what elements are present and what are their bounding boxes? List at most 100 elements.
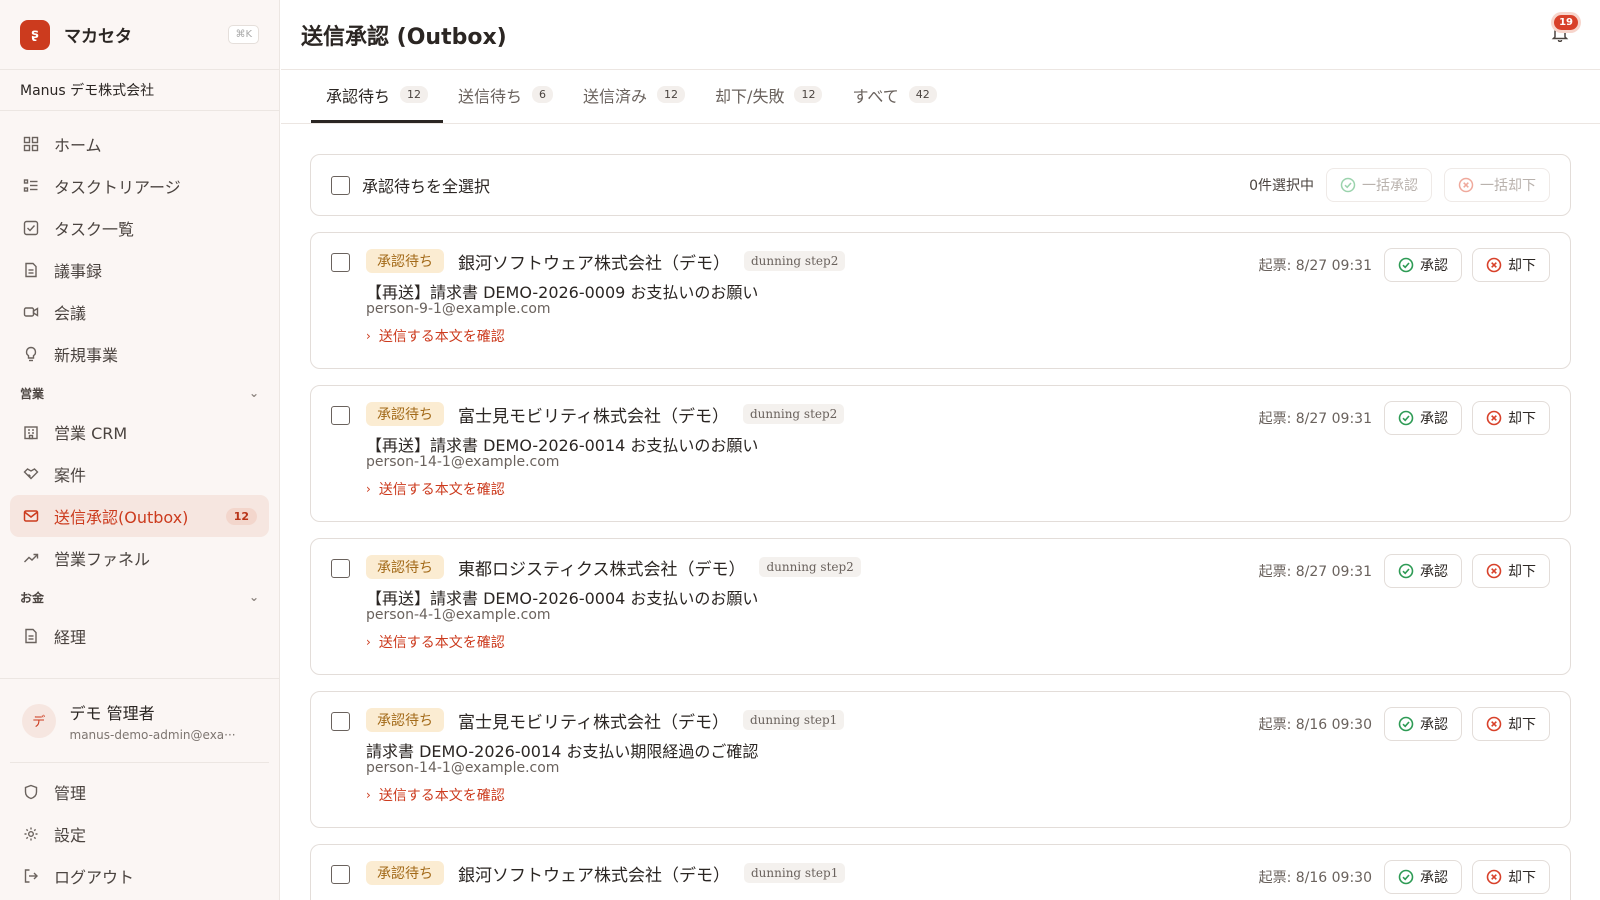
- sidebar-item-accounting[interactable]: 経理: [10, 615, 269, 657]
- approve-button[interactable]: 承認: [1384, 860, 1462, 894]
- notifications-button[interactable]: 19: [1540, 14, 1580, 55]
- button-label: 承認: [1420, 717, 1448, 733]
- tab-sent[interactable]: 送信済み 12: [568, 69, 700, 123]
- status-badge: 承認待ち: [366, 555, 444, 579]
- sidebar-item-tasks[interactable]: タスク一覧: [10, 207, 269, 249]
- reject-button[interactable]: 却下: [1472, 707, 1550, 741]
- sidebar-item-funnel[interactable]: 営業ファネル: [10, 537, 269, 579]
- item-checkbox[interactable]: [331, 712, 350, 731]
- sidebar-item-label: 新規事業: [54, 346, 119, 365]
- gear-icon: [22, 825, 40, 843]
- trending-up-icon: [22, 549, 40, 567]
- tab-label: 却下/失敗: [715, 86, 785, 106]
- reject-button[interactable]: 却下: [1472, 248, 1550, 282]
- preview-body-toggle[interactable]: › 送信する本文を確認: [366, 785, 1550, 805]
- sidebar: ʂ マカセタ ⌘K Manus デモ株式会社 ホーム タスクトリアージ タスク一…: [0, 0, 280, 900]
- sidebar-item-label: 営業 CRM: [54, 424, 128, 443]
- outbox-item: 承認待ち 富士見モビリティ株式会社（デモ） dunning step1 請求書 …: [310, 691, 1571, 828]
- tab-label: 送信済み: [583, 86, 648, 106]
- created-timestamp: 起票: 8/27 09:31: [1258, 564, 1372, 580]
- tab-count: 6: [532, 86, 554, 103]
- created-timestamp: 起票: 8/16 09:30: [1258, 870, 1372, 886]
- section-header-money[interactable]: お金 ⌄: [10, 579, 269, 615]
- section-header-sales[interactable]: 営業 ⌄: [10, 375, 269, 411]
- tab-count: 42: [908, 86, 937, 103]
- sidebar-item-deals[interactable]: 案件: [10, 453, 269, 495]
- outbox-item: 承認待ち 富士見モビリティ株式会社（デモ） dunning step2 【再送】…: [310, 385, 1571, 522]
- sidebar-item-minutes[interactable]: 議事録: [10, 249, 269, 291]
- sidebar-item-logout[interactable]: ログアウト: [10, 855, 269, 897]
- preview-body-toggle[interactable]: › 送信する本文を確認: [366, 326, 1550, 346]
- sidebar-item-triage[interactable]: タスクトリアージ: [10, 165, 269, 207]
- x-circle-icon: [1486, 563, 1502, 579]
- check-circle-icon: [1340, 177, 1356, 193]
- select-all-checkbox[interactable]: [331, 175, 350, 195]
- sidebar-item-label: 案件: [54, 466, 87, 485]
- approve-button[interactable]: 承認: [1384, 707, 1462, 741]
- tab-all[interactable]: すべて 42: [837, 69, 951, 123]
- x-circle-icon: [1486, 410, 1502, 426]
- bulk-action-bar: 承認待ちを全選択 0件選択中 一括承認 一括却下: [310, 154, 1571, 216]
- document-icon: [22, 627, 40, 645]
- check-circle-icon: [1398, 563, 1414, 579]
- main-content: 送信承認 (Outbox) 19 承認待ち 12 送信待ち 6 送信済み 12 …: [281, 0, 1600, 900]
- page-title: 送信承認 (Outbox): [301, 24, 507, 50]
- preview-label: 送信する本文を確認: [378, 788, 505, 804]
- approve-button[interactable]: 承認: [1384, 248, 1462, 282]
- list-icon: [22, 177, 40, 195]
- organization-selector[interactable]: Manus デモ株式会社: [0, 70, 279, 111]
- item-checkbox[interactable]: [331, 559, 350, 578]
- tab-pending-approval[interactable]: 承認待ち 12: [311, 69, 444, 123]
- reject-button[interactable]: 却下: [1472, 860, 1550, 894]
- sidebar-item-label: タスク一覧: [54, 220, 135, 239]
- bulk-reject-button[interactable]: 一括却下: [1444, 168, 1550, 202]
- status-badge: 承認待ち: [366, 861, 444, 885]
- email-subject: 【再送】請求書 DEMO-2026-0014 お支払いのお願い: [366, 436, 759, 455]
- dunning-step-tag: dunning step1: [744, 863, 846, 883]
- item-actions: 起票: 8/16 09:30 承認 却下: [1259, 707, 1550, 741]
- notification-count-badge: 19: [1554, 14, 1578, 30]
- button-label: 却下: [1508, 258, 1536, 274]
- dunning-step-tag: dunning step2: [742, 404, 845, 424]
- button-label: 却下: [1508, 564, 1536, 580]
- app-logo[interactable]: ʂ: [20, 19, 50, 50]
- preview-label: 送信する本文を確認: [378, 329, 505, 345]
- check-circle-icon: [1398, 716, 1414, 732]
- recipient-email: person-14-1@example.com: [366, 760, 560, 776]
- selected-count: 0件選択中: [1249, 178, 1314, 194]
- reject-button[interactable]: 却下: [1472, 554, 1550, 588]
- approve-button[interactable]: 承認: [1384, 401, 1462, 435]
- item-checkbox[interactable]: [331, 865, 350, 884]
- status-badge: 承認待ち: [366, 708, 444, 732]
- tab-rejected-failed[interactable]: 却下/失敗 12: [700, 69, 837, 123]
- user-profile[interactable]: デ デモ 管理者 manus-demo-admin@exa···: [10, 679, 269, 763]
- sidebar-item-crm[interactable]: 営業 CRM: [10, 411, 269, 453]
- chevron-down-icon: ⌄: [248, 590, 259, 604]
- item-checkbox[interactable]: [331, 406, 350, 425]
- x-circle-icon: [1486, 869, 1502, 885]
- outbox-item: 承認待ち 銀河ソフトウェア株式会社（デモ） dunning step1 起票: …: [310, 844, 1571, 900]
- preview-body-toggle[interactable]: › 送信する本文を確認: [366, 632, 1550, 652]
- sidebar-item-meetings[interactable]: 会議: [10, 291, 269, 333]
- sidebar-item-home[interactable]: ホーム: [10, 123, 269, 165]
- shield-icon: [22, 783, 40, 801]
- preview-body-toggle[interactable]: › 送信する本文を確認: [366, 479, 1550, 499]
- approve-button[interactable]: 承認: [1384, 554, 1462, 588]
- sidebar-item-outbox[interactable]: 送信承認(Outbox) 12: [10, 495, 269, 537]
- tab-pending-send[interactable]: 送信待ち 6: [443, 69, 568, 123]
- organization-name: Manus デモ株式会社: [20, 83, 155, 99]
- select-all-label[interactable]: 承認待ちを全選択: [362, 173, 490, 197]
- sidebar-item-label: ホーム: [54, 136, 102, 155]
- company-name: 銀河ソフトウェア株式会社（デモ）: [458, 253, 730, 274]
- bulk-approve-button[interactable]: 一括承認: [1326, 168, 1432, 202]
- grid-icon: [22, 135, 40, 153]
- reject-button[interactable]: 却下: [1472, 401, 1550, 435]
- command-shortcut-button[interactable]: ⌘K: [228, 25, 259, 44]
- button-label: 承認: [1420, 411, 1448, 427]
- item-checkbox[interactable]: [331, 253, 350, 272]
- dunning-step-tag: dunning step2: [744, 251, 846, 271]
- email-subject: 請求書 DEMO-2026-0014 お支払い期限経過のご確認: [366, 742, 759, 761]
- sidebar-item-settings[interactable]: 設定: [10, 813, 269, 855]
- sidebar-item-new-business[interactable]: 新規事業: [10, 333, 269, 375]
- sidebar-item-admin[interactable]: 管理: [10, 771, 269, 813]
